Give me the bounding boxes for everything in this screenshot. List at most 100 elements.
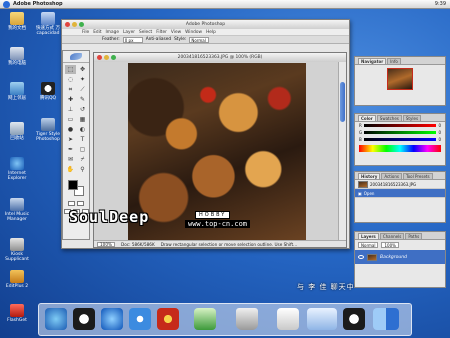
quick-mask-mode-button[interactable] <box>77 201 84 206</box>
document-titlebar[interactable]: 200341816523363.JPG @ 100% (RGB) <box>94 53 346 62</box>
photoshop-titlebar[interactable]: Adobe Photoshop <box>62 20 349 29</box>
blue-slider[interactable] <box>363 138 437 141</box>
brush-tool-icon[interactable]: ✎ <box>77 95 88 104</box>
blend-mode-select[interactable]: Normal <box>358 242 379 248</box>
menubar-app-name[interactable]: Adobe Photoshop <box>13 1 63 7</box>
slice-tool-icon[interactable]: ⟋ <box>77 85 88 94</box>
menu-file[interactable]: File <box>82 30 89 35</box>
eye-icon[interactable] <box>358 255 364 259</box>
desktop-icon-network[interactable]: 网上邻居 <box>3 82 31 101</box>
menu-image[interactable]: Image <box>106 30 119 35</box>
apple-icon[interactable] <box>3 0 10 8</box>
tab-layers[interactable]: Layers <box>358 233 379 239</box>
tab-actions[interactable]: Actions <box>381 173 402 179</box>
qq-penguin-icon[interactable] <box>157 308 179 330</box>
lasso-tool-icon[interactable]: ◌ <box>65 75 76 84</box>
desktop-icon-flashget[interactable]: FlashGet <box>3 304 31 323</box>
navigator-thumbnail[interactable] <box>387 68 413 90</box>
tab-info[interactable]: Info <box>387 58 401 64</box>
desktop-icon-recycle-bin[interactable]: 回收站 <box>3 122 31 141</box>
eraser-tool-icon[interactable]: ▭ <box>65 115 76 124</box>
desktop-icon-qq[interactable]: 腾讯QQ <box>34 82 62 101</box>
path-select-icon[interactable]: ➤ <box>65 135 76 144</box>
mac-finder-icon[interactable] <box>373 308 399 330</box>
close-icon[interactable] <box>65 22 70 27</box>
menu-layer[interactable]: Layer <box>123 30 135 35</box>
vertical-scrollbar[interactable] <box>338 62 346 242</box>
menu-help[interactable]: Help <box>206 30 216 35</box>
hand-tool-icon[interactable]: ✋ <box>65 165 76 174</box>
red-value[interactable]: 0 <box>438 123 441 128</box>
chat-window-icon[interactable] <box>307 308 337 330</box>
clone-stamp-icon[interactable]: ⊥ <box>65 105 76 114</box>
desktop-icon-internet-explorer[interactable]: Internet Explorer <box>3 157 31 181</box>
desktop-icon-photoshop-shortcut[interactable]: Tiger Style Photoshop <box>34 118 62 142</box>
layer-row-background[interactable]: Background <box>355 250 445 264</box>
tab-color[interactable]: Color <box>358 115 376 121</box>
feather-input[interactable]: 0 px <box>122 36 143 43</box>
tab-navigator[interactable]: Navigator <box>358 58 387 64</box>
zoom-icon[interactable] <box>79 22 84 27</box>
crop-tool-icon[interactable]: ⌗ <box>65 85 76 94</box>
tab-history[interactable]: History <box>358 173 381 179</box>
zoom-icon[interactable] <box>111 55 116 60</box>
scrollbar-thumb[interactable] <box>340 82 345 122</box>
menu-view[interactable]: View <box>171 30 181 35</box>
history-state-open[interactable]: ▣ Open <box>355 189 445 198</box>
trash-icon[interactable] <box>236 308 258 330</box>
history-brush-icon[interactable]: ↺ <box>77 105 88 114</box>
marquee-tool-icon[interactable]: ⬚ <box>65 65 76 74</box>
green-slider[interactable] <box>364 131 437 134</box>
green-value[interactable]: 0 <box>438 130 441 135</box>
tab-swatches[interactable]: Swatches <box>376 115 402 121</box>
network-icon[interactable] <box>194 308 216 330</box>
style-select[interactable]: Normal <box>189 36 210 43</box>
finder-icon[interactable] <box>45 308 67 330</box>
menu-select[interactable]: Select <box>139 30 152 35</box>
shape-tool-icon[interactable]: ▢ <box>77 145 88 154</box>
zoom-tool-icon[interactable]: ⚲ <box>77 165 88 174</box>
doc-size-info[interactable]: Doc: 586K/586K <box>121 242 155 247</box>
desktop-icon-music-manager[interactable]: Intel Music Manager <box>3 198 31 222</box>
tab-paths[interactable]: Paths <box>405 233 423 239</box>
history-snapshot[interactable]: 200341816523363.JPG <box>355 180 445 189</box>
standard-mode-button[interactable] <box>68 201 75 206</box>
tab-tool-presets[interactable]: Tool Presets <box>402 173 433 179</box>
menu-window[interactable]: Window <box>185 30 202 35</box>
magic-wand-tool-icon[interactable]: ✦ <box>77 75 88 84</box>
close-icon[interactable] <box>97 55 102 60</box>
gradient-tool-icon[interactable]: ▦ <box>77 115 88 124</box>
desktop-icon-my-documents[interactable]: 我的文档 <box>3 12 31 31</box>
foreground-color-swatch[interactable] <box>68 180 78 190</box>
opacity-field[interactable]: 100% <box>381 242 399 248</box>
blue-value[interactable]: 0 <box>438 137 441 142</box>
desktop-icon-editplus[interactable]: EditPlus 2 <box>3 270 31 289</box>
type-tool-icon[interactable]: T <box>77 135 88 144</box>
menu-edit[interactable]: Edit <box>93 30 101 35</box>
pen-tool-icon[interactable]: ✒ <box>65 145 76 154</box>
menu-filter[interactable]: Filter <box>156 30 167 35</box>
minimize-icon[interactable] <box>72 22 77 27</box>
apple-icon[interactable] <box>277 308 299 330</box>
desktop-icon-shortcut[interactable]: 快速方式 万 capacidad <box>34 12 62 36</box>
qq-icon[interactable] <box>343 308 365 330</box>
tab-styles[interactable]: Styles <box>402 115 422 121</box>
zoom-level-field[interactable]: 100% <box>97 241 115 247</box>
media-player-icon[interactable] <box>129 308 151 330</box>
desktop-icon-my-computer[interactable]: 我的电脑 <box>3 47 31 66</box>
move-tool-icon[interactable]: ✥ <box>77 65 88 74</box>
toolbox-header[interactable] <box>63 51 89 63</box>
ie-icon[interactable] <box>101 308 123 330</box>
desktop-icon-kiosk[interactable]: Kiosk Supplicant <box>3 238 31 262</box>
tab-channels[interactable]: Channels <box>379 233 405 239</box>
minimize-icon[interactable] <box>104 55 109 60</box>
eyedropper-tool-icon[interactable]: ⌿ <box>77 155 88 164</box>
notes-tool-icon[interactable]: ✉ <box>65 155 76 164</box>
antialias-checkbox[interactable]: Anti-aliased <box>146 37 171 42</box>
dodge-tool-icon[interactable]: ◐ <box>77 125 88 134</box>
healing-brush-icon[interactable]: ✚ <box>65 95 76 104</box>
blur-tool-icon[interactable]: ● <box>65 125 76 134</box>
qq-icon[interactable] <box>73 308 95 330</box>
color-spectrum[interactable] <box>359 145 441 152</box>
red-slider[interactable] <box>363 124 437 127</box>
